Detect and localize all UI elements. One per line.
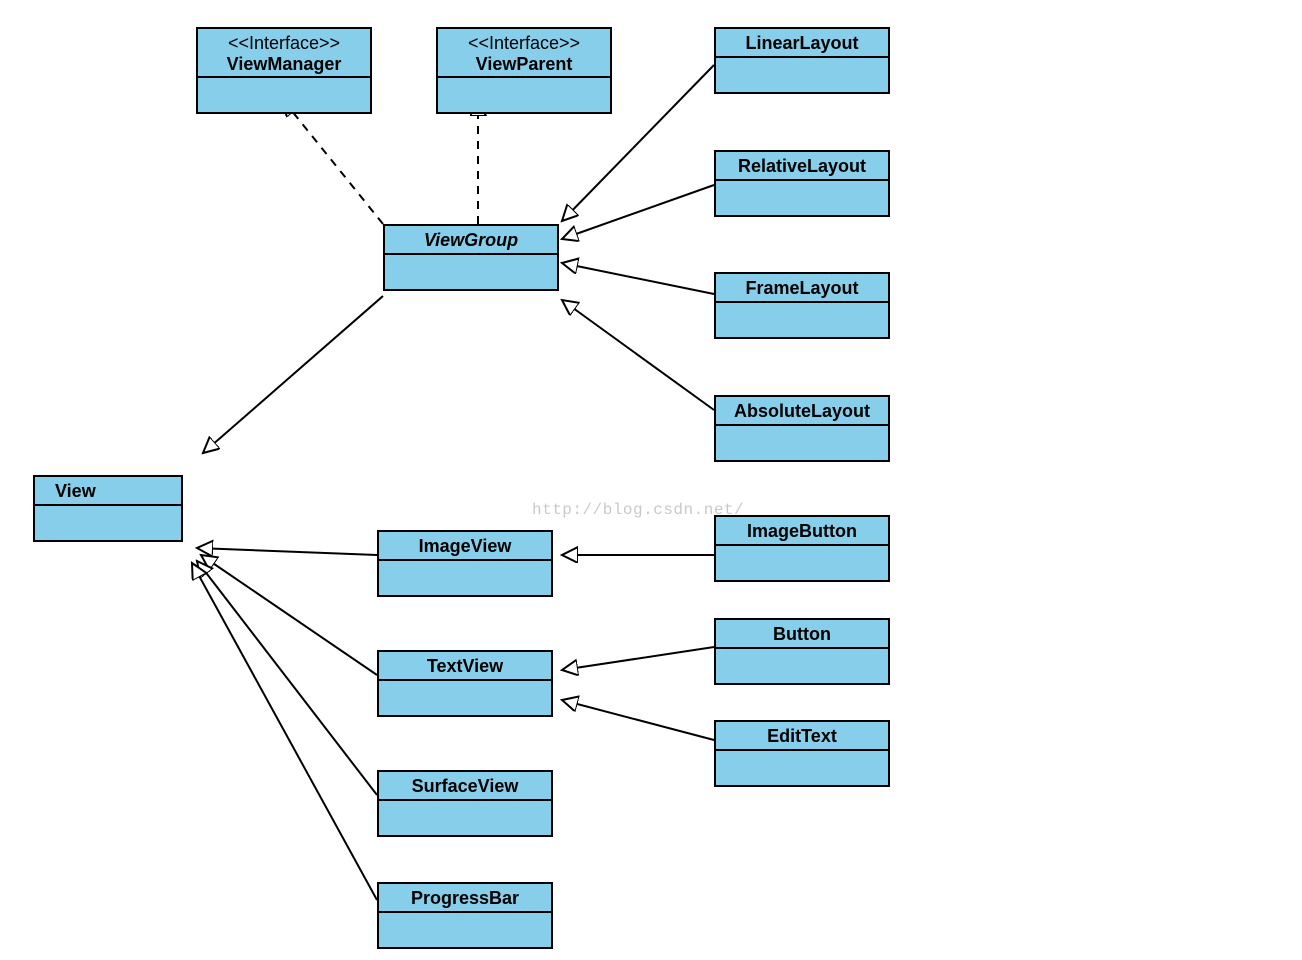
uml-class-viewparent: <<Interface>> ViewParent bbox=[436, 27, 612, 114]
uml-body bbox=[35, 506, 181, 540]
uml-class-surfaceview: SurfaceView bbox=[377, 770, 553, 837]
uml-body bbox=[379, 681, 551, 715]
uml-body bbox=[716, 426, 888, 460]
uml-class-absolutelayout: AbsoluteLayout bbox=[714, 395, 890, 462]
class-name: LinearLayout bbox=[745, 33, 858, 53]
class-name: RelativeLayout bbox=[738, 156, 866, 176]
uml-title: <<Interface>> ViewParent bbox=[438, 29, 610, 78]
uml-class-framelayout: FrameLayout bbox=[714, 272, 890, 339]
uml-title: ProgressBar bbox=[379, 884, 551, 913]
uml-body bbox=[198, 78, 370, 112]
class-name: ImageButton bbox=[747, 521, 857, 541]
uml-title: Button bbox=[716, 620, 888, 649]
uml-title: TextView bbox=[379, 652, 551, 681]
uml-title: LinearLayout bbox=[716, 29, 888, 58]
class-name: ImageView bbox=[419, 536, 512, 556]
watermark-text: http://blog.csdn.net/ bbox=[532, 501, 744, 519]
uml-body bbox=[716, 181, 888, 215]
uml-class-imagebutton: ImageButton bbox=[714, 515, 890, 582]
stereotype-label: <<Interface>> bbox=[204, 33, 364, 54]
uml-title: View bbox=[35, 477, 181, 506]
uml-body bbox=[716, 58, 888, 92]
uml-body bbox=[438, 78, 610, 112]
uml-class-imageview: ImageView bbox=[377, 530, 553, 597]
uml-title: AbsoluteLayout bbox=[716, 397, 888, 426]
uml-class-textview: TextView bbox=[377, 650, 553, 717]
uml-body bbox=[379, 801, 551, 835]
uml-body bbox=[716, 649, 888, 683]
uml-body bbox=[716, 546, 888, 580]
uml-title: <<Interface>> ViewManager bbox=[198, 29, 370, 78]
class-name: ViewGroup bbox=[424, 230, 518, 250]
uml-title: ImageButton bbox=[716, 517, 888, 546]
uml-class-button: Button bbox=[714, 618, 890, 685]
class-name: View bbox=[55, 481, 96, 501]
uml-title: ImageView bbox=[379, 532, 551, 561]
uml-class-viewgroup: ViewGroup bbox=[383, 224, 559, 291]
uml-body bbox=[379, 561, 551, 595]
uml-title: ViewGroup bbox=[385, 226, 557, 255]
uml-body bbox=[716, 751, 888, 785]
uml-body bbox=[385, 255, 557, 289]
class-name: TextView bbox=[427, 656, 503, 676]
uml-class-view: View bbox=[33, 475, 183, 542]
uml-connectors bbox=[0, 0, 1302, 960]
class-name: AbsoluteLayout bbox=[734, 401, 870, 421]
uml-body bbox=[379, 913, 551, 947]
uml-title: SurfaceView bbox=[379, 772, 551, 801]
class-name: ViewParent bbox=[476, 54, 573, 74]
uml-title: RelativeLayout bbox=[716, 152, 888, 181]
stereotype-label: <<Interface>> bbox=[444, 33, 604, 54]
class-name: FrameLayout bbox=[745, 278, 858, 298]
uml-class-linearlayout: LinearLayout bbox=[714, 27, 890, 94]
uml-title: EditText bbox=[716, 722, 888, 751]
class-name: ViewManager bbox=[227, 54, 342, 74]
uml-class-progressbar: ProgressBar bbox=[377, 882, 553, 949]
class-name: SurfaceView bbox=[412, 776, 519, 796]
class-name: EditText bbox=[767, 726, 837, 746]
uml-body bbox=[716, 303, 888, 337]
uml-class-edittext: EditText bbox=[714, 720, 890, 787]
uml-class-viewmanager: <<Interface>> ViewManager bbox=[196, 27, 372, 114]
class-name: ProgressBar bbox=[411, 888, 519, 908]
class-name: Button bbox=[773, 624, 831, 644]
uml-title: FrameLayout bbox=[716, 274, 888, 303]
uml-class-relativelayout: RelativeLayout bbox=[714, 150, 890, 217]
